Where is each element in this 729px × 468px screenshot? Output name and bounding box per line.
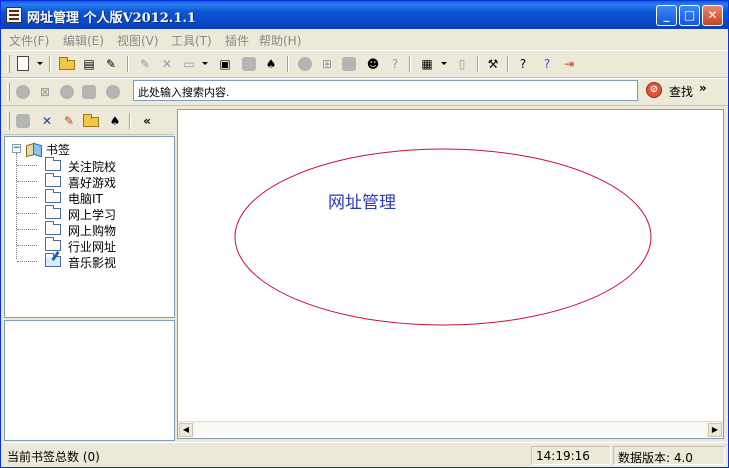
menu-view[interactable]: 视图(V) [117, 32, 159, 49]
scroll-right-icon[interactable]: ▶ [708, 423, 722, 437]
add-bookmark-icon[interactable] [15, 113, 31, 129]
menu-edit[interactable]: 编辑(E) [63, 32, 104, 49]
toolbar-separator [409, 56, 411, 72]
stop-icon[interactable]: ⊠ [37, 84, 53, 100]
delete-bookmark-icon[interactable]: ✕ [39, 113, 55, 129]
app-icon[interactable] [6, 7, 22, 23]
tree-item-label: 网上购物 [68, 224, 117, 238]
find-binoculars-icon[interactable]: ♠ [263, 56, 279, 72]
clipboard-icon[interactable] [241, 56, 257, 72]
scroll-thumb[interactable] [195, 423, 705, 437]
user-icon[interactable]: ☻ [365, 56, 381, 72]
menu-bar: 文件(F) 编辑(E) 视图(V) 工具(T) 插件 帮助(H) [1, 29, 728, 49]
chevron-down-icon[interactable] [202, 62, 208, 65]
toolbar-overflow-icon[interactable]: » [699, 81, 707, 95]
about-icon[interactable]: ? [539, 56, 555, 72]
bookmark-tree[interactable]: − 书签 关注院校 喜好游戏 电脑IT 网上学习 网上购物 行业网址 音乐影视 [4, 136, 175, 318]
tree-root-label: 书签 [46, 143, 71, 157]
forward-icon[interactable] [105, 84, 121, 100]
collapse-icon[interactable]: − [12, 144, 21, 153]
edit-icon[interactable]: ✎ [137, 56, 153, 72]
bookmark-count: 当前书签总数 (0) [7, 450, 100, 464]
folder-icon [45, 221, 61, 235]
logo-ellipse [234, 148, 652, 326]
toolbar-separator [287, 56, 289, 72]
scroll-left-icon[interactable]: ◀ [179, 423, 193, 437]
status-bar: 当前书签总数 (0) 14:19:16 数据版本: 4.0 [1, 442, 728, 467]
folder-icon [45, 237, 61, 251]
horizontal-scrollbar[interactable]: ◀ ▶ [178, 421, 723, 437]
menu-help[interactable]: 帮助(H) [259, 32, 301, 49]
tree-item-label: 电脑IT [68, 192, 103, 206]
toolbar-separator [129, 113, 131, 129]
folder-icon [45, 205, 61, 219]
open-folder-icon[interactable] [59, 56, 75, 72]
tree-item-label: 喜好游戏 [68, 176, 117, 190]
bookmark-toolbar: ✕ ✎ ♠ « [3, 109, 174, 135]
tree-item-label: 网上学习 [68, 208, 117, 222]
tree-line [16, 153, 17, 259]
chevron-down-icon[interactable] [441, 62, 447, 65]
bookmark-icon[interactable] [341, 56, 357, 72]
clock: 14:19:16 [531, 446, 611, 465]
edit-bookmark-icon[interactable]: ✎ [61, 113, 77, 129]
help-icon[interactable]: ? [515, 56, 531, 72]
tree-item-label: 音乐影视 [68, 256, 117, 270]
toolbar-separator [477, 56, 479, 72]
search-bookmark-icon[interactable]: ♠ [107, 113, 123, 129]
view-list-icon[interactable]: ▦ [419, 56, 435, 72]
folder-bookmark-icon[interactable] [83, 113, 99, 129]
paste-icon[interactable]: ▣ [217, 56, 233, 72]
tree-item-label: 关注院校 [68, 160, 117, 174]
tools-hammer-icon[interactable]: ⚒ [485, 56, 501, 72]
collapse-panel-button[interactable]: « [139, 113, 155, 129]
main-toolbar: ▤ ✎ ✎ ✕ ▭ ▣ ♠ ⊞ ☻ ? ▦ ▯ ⚒ ? ? ⇥ [1, 50, 728, 78]
bookmark-detail-pane[interactable] [4, 320, 175, 441]
main-content[interactable]: 网址管理 [177, 109, 724, 439]
book-icon [26, 142, 42, 155]
minimize-button[interactable]: _ [656, 5, 677, 26]
window-title: 网址管理 个人版V2012.1.1 [27, 11, 196, 26]
logo-ellipse-shape [234, 148, 652, 326]
toolbar-grip[interactable] [7, 55, 10, 73]
toolbar-separator [49, 56, 51, 72]
search-input[interactable]: 此处输入搜索内容. [133, 80, 638, 101]
note-icon[interactable]: ▯ [454, 56, 470, 72]
chevron-down-icon[interactable] [37, 62, 43, 65]
help-doc-icon[interactable]: ? [387, 56, 403, 72]
logo-text: 网址管理 [328, 193, 396, 213]
menu-tools[interactable]: 工具(T) [171, 32, 212, 49]
folder-icon [45, 173, 61, 187]
move-up-icon[interactable] [297, 56, 313, 72]
back-icon[interactable] [15, 84, 31, 100]
search-button[interactable]: 查找 [669, 83, 693, 100]
toolbar-separator [127, 56, 129, 72]
folder-edit-icon [45, 253, 61, 267]
data-version: 数据版本: 4.0 [613, 446, 725, 465]
new-page-icon[interactable] [15, 56, 31, 72]
refresh-icon[interactable] [59, 84, 75, 100]
clear-search-icon[interactable]: ⊘ [646, 82, 662, 98]
close-button[interactable]: ✕ [702, 5, 723, 26]
app-window: 网址管理 个人版V2012.1.1 _ □ ✕ 文件(F) 编辑(E) 视图(V… [0, 0, 729, 468]
delete-icon[interactable]: ✕ [159, 56, 175, 72]
home-icon[interactable] [81, 84, 97, 100]
tree-item-label: 行业网址 [68, 240, 117, 254]
maximize-button[interactable]: □ [679, 5, 700, 26]
folder-icon [45, 189, 61, 203]
menu-plugins[interactable]: 插件 [225, 32, 249, 49]
toolbar-grip[interactable] [7, 112, 10, 130]
toolbar-grip[interactable] [7, 83, 10, 101]
tree-icon[interactable]: ⊞ [319, 56, 335, 72]
menu-file[interactable]: 文件(F) [9, 32, 49, 49]
save-icon[interactable]: ▤ [81, 56, 97, 72]
toolbar-separator [507, 56, 509, 72]
copy-icon[interactable]: ▭ [181, 56, 197, 72]
print-icon[interactable]: ✎ [103, 56, 119, 72]
title-bar[interactable]: 网址管理 个人版V2012.1.1 _ □ ✕ [1, 1, 728, 29]
exit-icon[interactable]: ⇥ [561, 56, 577, 72]
folder-icon [45, 157, 61, 171]
